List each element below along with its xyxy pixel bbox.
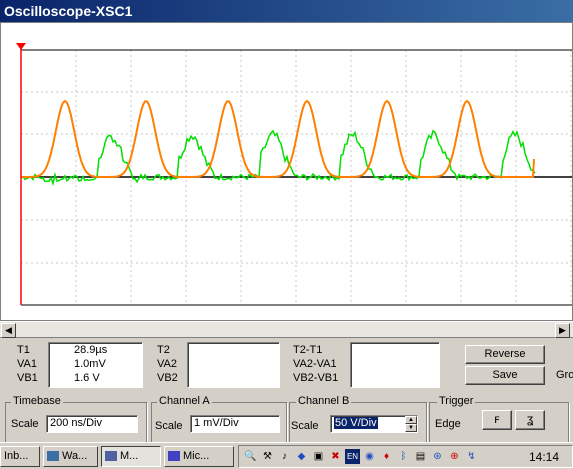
channel-a-scale-field[interactable]: 1 mV/Div [190, 415, 280, 433]
monitor-icon[interactable]: ▤ [413, 449, 428, 464]
connection-icon[interactable]: ↯ [464, 449, 479, 464]
taskbar: Inb... Wa... M... Mic... 🔍 ⚒ ♪ ◆ ▣ ✖ EN … [0, 442, 573, 469]
readout-va2-label: VA2 [157, 358, 177, 370]
readout-t1-label: T1 [17, 344, 30, 356]
rising-edge-icon[interactable]: ꜰ [482, 410, 512, 430]
waveform-display [16, 43, 572, 306]
taskbar-item-mic-label: Mic... [183, 450, 210, 462]
spin-down-icon[interactable]: ▼ [405, 424, 417, 432]
window-title: Oscilloscope-XSC1 [0, 0, 573, 22]
taskbar-item-inbox[interactable]: Inb... [0, 446, 40, 467]
system-tray: 🔍 ⚒ ♪ ◆ ▣ ✖ EN ◉ ♦ ᛒ ▤ ⊛ ⊕ ↯ 14:14 [238, 445, 573, 468]
channel-b-title: Channel B [296, 395, 352, 408]
trigger-title: Trigger [437, 395, 476, 408]
readout-vb1-value: 1.6 V [74, 372, 100, 384]
readout-vb2-vb1-label: VB2-VB1 [293, 372, 339, 384]
channel-a-title: Channel A [157, 395, 212, 408]
pin-icon[interactable]: ♦ [379, 449, 394, 464]
multisim-icon [105, 451, 117, 462]
taskbar-item-mic[interactable]: Mic... [164, 446, 234, 467]
horizontal-scrollbar[interactable]: ◀ ▶ [0, 321, 573, 338]
channel-b-scale-spinner[interactable]: ▲ ▼ [405, 416, 417, 433]
network-icon[interactable]: ▣ [311, 449, 326, 464]
speaker-icon[interactable]: ♪ [277, 449, 292, 464]
timebase-scale-label: Scale [11, 418, 39, 430]
shield-icon[interactable]: ◆ [294, 449, 309, 464]
scroll-right-arrow-icon[interactable]: ▶ [555, 323, 570, 338]
oscilloscope-screen[interactable] [0, 22, 573, 321]
channel-b-scale-value: 50 V/Div [334, 417, 378, 429]
tools-icon[interactable]: ⚒ [260, 449, 275, 464]
window-icon [47, 451, 59, 462]
readout-va1-value: 1.0mV [74, 358, 106, 370]
update-icon[interactable]: ⊛ [430, 449, 445, 464]
readout-t2-label: T2 [157, 344, 170, 356]
scroll-left-arrow-icon[interactable]: ◀ [1, 323, 16, 338]
spin-up-icon[interactable]: ▲ [405, 416, 417, 424]
clock: 14:14 [529, 450, 560, 464]
magnifier-icon[interactable]: 🔍 [243, 449, 258, 464]
ground-label: Gro [556, 369, 573, 381]
antivirus-icon[interactable]: ⊕ [447, 449, 462, 464]
readout-vb1-label: VB1 [17, 372, 38, 384]
bluetooth-icon[interactable]: ᛒ [396, 449, 411, 464]
globe-icon[interactable]: ◉ [362, 449, 377, 464]
trigger-edge-label: Edge [435, 418, 461, 430]
readout-col1-box: 28.9µs 1.0mV 1.6 V [48, 342, 143, 388]
readout-va1-label: VA1 [17, 358, 37, 370]
cursor-1-handle[interactable] [16, 43, 26, 50]
reverse-button[interactable]: Reverse [465, 345, 545, 364]
readout-col2-box [187, 342, 280, 388]
app-icon [168, 451, 180, 462]
taskbar-item-multisim-label: M... [120, 450, 139, 462]
readout-va2-va1-label: VA2-VA1 [293, 358, 337, 370]
taskbar-item-wa-label: Wa... [62, 450, 88, 462]
readout-t1-value: 28.9µs [74, 344, 108, 356]
channel-a-scale-label: Scale [155, 420, 183, 432]
readout-col3-box [350, 342, 440, 388]
falling-edge-icon[interactable]: ʓ [515, 410, 545, 430]
channel-b-scale-label: Scale [291, 420, 319, 432]
timebase-title: Timebase [11, 395, 63, 408]
measurement-panel: T1 VA1 VB1 28.9µs 1.0mV 1.6 V T2 VA2 VB2… [0, 338, 573, 394]
save-button[interactable]: Save [465, 366, 545, 385]
taskbar-item-multisim[interactable]: M... [101, 446, 161, 467]
network-disconnected-icon[interactable]: ✖ [328, 449, 343, 464]
taskbar-item-wa[interactable]: Wa... [43, 446, 98, 467]
readout-vb2-label: VB2 [157, 372, 178, 384]
timebase-scale-field[interactable]: 200 ns/Div [46, 415, 138, 433]
language-icon[interactable]: EN [345, 449, 360, 464]
readout-t2-t1-label: T2-T1 [293, 344, 323, 356]
